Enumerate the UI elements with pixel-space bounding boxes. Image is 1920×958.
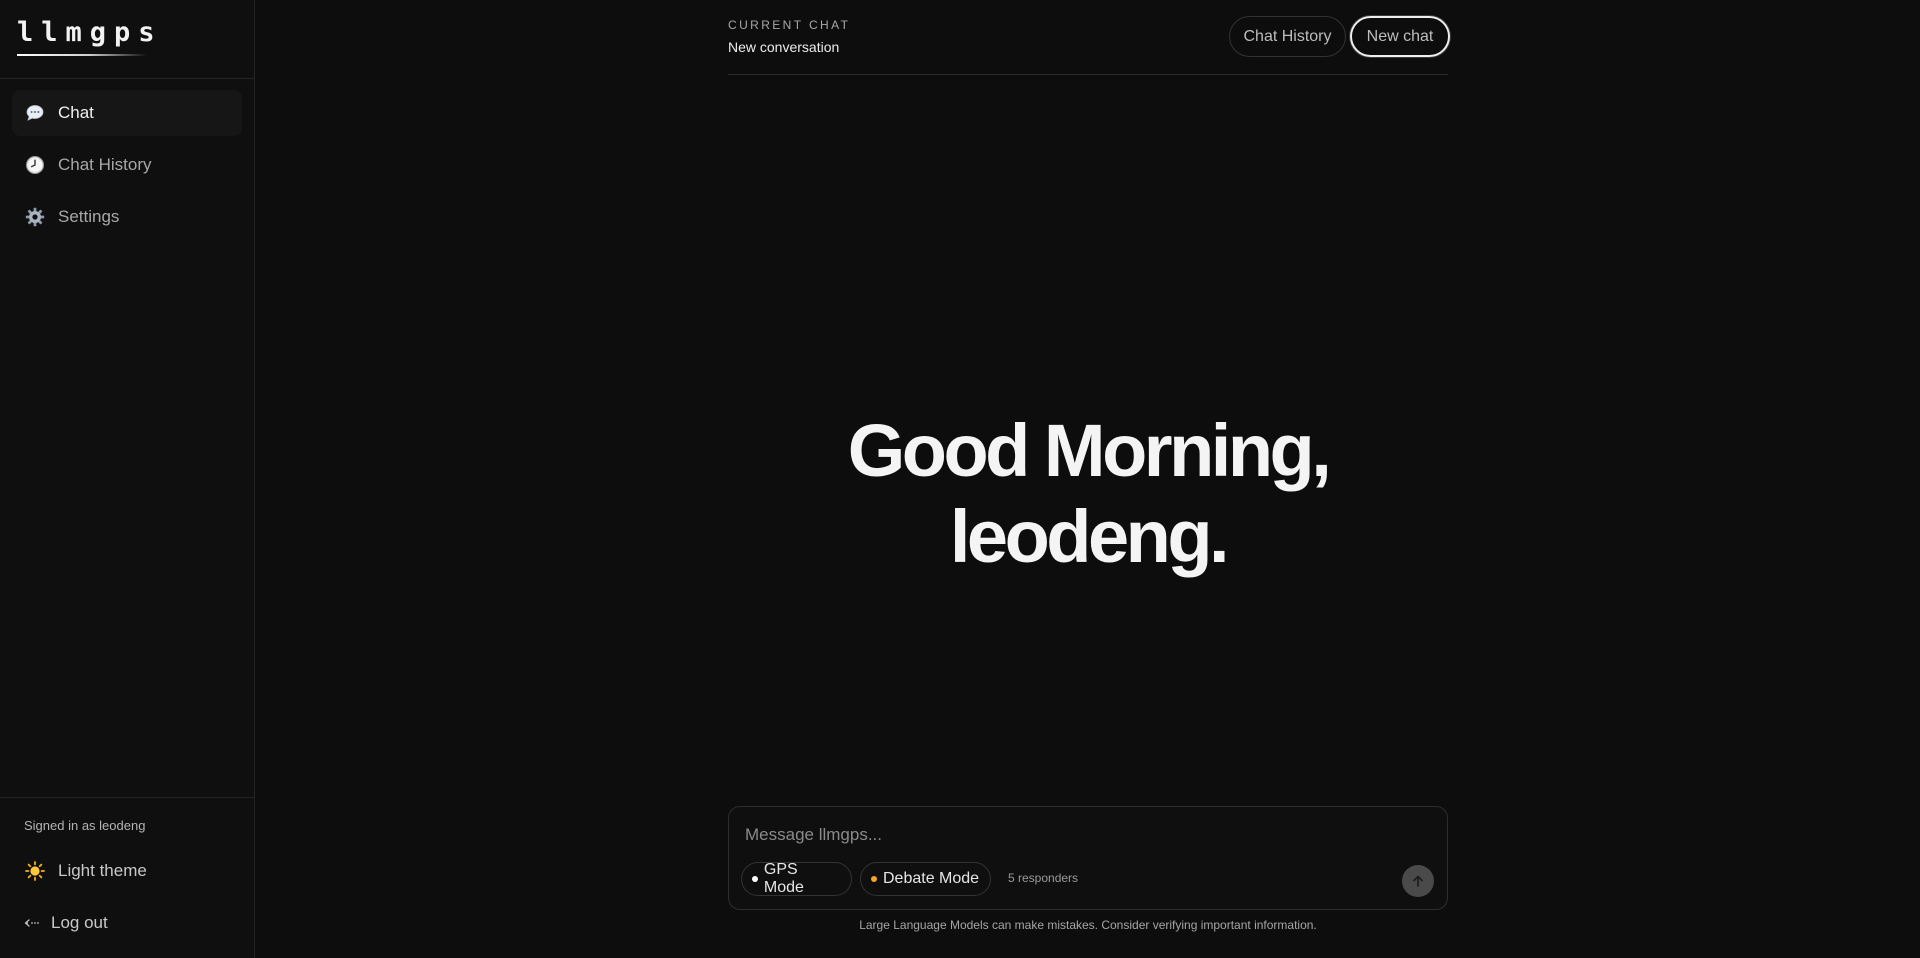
sidebar-item-label: Chat History <box>58 155 152 174</box>
logout-arrow-icon <box>24 912 41 934</box>
current-chat-title: New conversation <box>728 39 840 55</box>
theme-toggle-label: Light theme <box>58 861 147 880</box>
chat-history-button[interactable]: Chat History <box>1229 16 1346 57</box>
arrow-up-icon <box>1413 875 1423 887</box>
gear-icon <box>24 206 46 228</box>
gps-mode-label: GPS Mode <box>763 861 804 896</box>
send-button[interactable] <box>1402 865 1434 897</box>
app-logo[interactable]: llmgps <box>17 18 254 48</box>
theme-toggle-button[interactable]: Light theme <box>0 845 254 897</box>
greeting-heading: Good Morning, leodeng. <box>847 409 1332 578</box>
sidebar-item-chat-history[interactable]: Chat History <box>12 142 242 188</box>
speech-bubble-icon <box>24 102 46 124</box>
logo-underline <box>17 54 147 56</box>
sidebar-footer: Signed in as leodeng Light theme Log out <box>0 797 254 958</box>
logout-button[interactable]: Log out <box>0 897 254 949</box>
message-input[interactable] <box>745 821 1425 849</box>
gps-mode-dot <box>752 876 758 882</box>
disclaimer-text: Large Language Models can make mistakes.… <box>859 918 1317 932</box>
new-chat-button[interactable]: New chat <box>1350 16 1450 57</box>
sidebar-item-label: Chat <box>58 103 94 122</box>
sidebar-nav: Chat Chat History Settings <box>0 79 254 240</box>
sun-icon <box>24 860 46 882</box>
debate-mode-dot <box>871 876 877 882</box>
sidebar-item-settings[interactable]: Settings <box>12 194 242 240</box>
responders-count[interactable]: 5 responders <box>1008 871 1078 885</box>
message-composer: GPS Mode Debate Mode 5 responders <box>728 806 1448 910</box>
signed-in-label: Signed in as leodeng <box>24 818 146 833</box>
logo-area: llmgps <box>0 0 254 79</box>
sidebar-item-label: Settings <box>58 207 120 226</box>
current-chat-label: CURRENT CHAT <box>728 18 851 32</box>
clock-icon <box>24 154 46 176</box>
gps-mode-toggle[interactable]: GPS Mode <box>741 861 852 896</box>
debate-mode-toggle[interactable]: Debate Mode <box>860 862 991 896</box>
debate-mode-label: Debate Mode <box>883 870 980 887</box>
sidebar-item-chat[interactable]: Chat <box>12 90 242 136</box>
chat-header: CURRENT CHAT New conversation Chat Histo… <box>728 0 1450 75</box>
logout-label: Log out <box>51 913 108 932</box>
sidebar: llmgps Chat Chat History Settings Signed… <box>0 0 255 958</box>
